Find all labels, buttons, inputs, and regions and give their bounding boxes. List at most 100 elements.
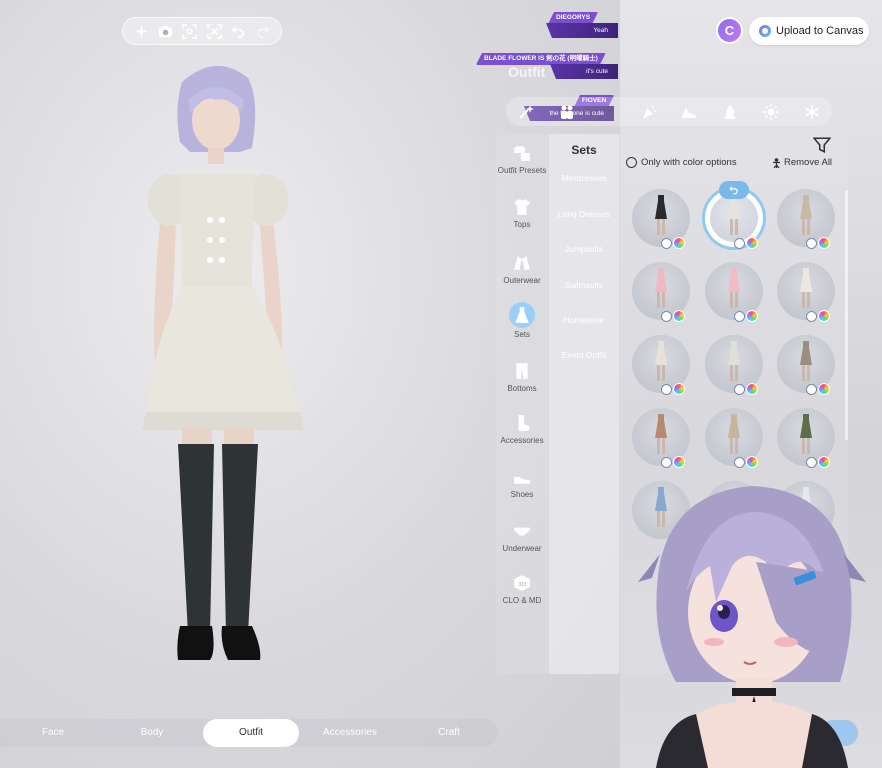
canvas-icon	[759, 25, 771, 37]
outfit-item[interactable]	[705, 262, 763, 322]
color-options-radio[interactable]	[626, 157, 637, 168]
color-options-icon[interactable]	[746, 237, 758, 249]
camera-icon[interactable]	[156, 22, 174, 40]
color-options-icon[interactable]	[818, 383, 830, 395]
category-tops[interactable]: Tops	[496, 196, 548, 229]
tshirt-icon	[511, 196, 533, 218]
outfit-thumbnail	[728, 341, 740, 381]
chat-text: Yeah	[546, 23, 618, 38]
category-accessories[interactable]: Accessories	[496, 412, 548, 445]
sun-icon[interactable]	[762, 103, 780, 121]
color-options-icon[interactable]	[746, 383, 758, 395]
scan-icon[interactable]	[205, 22, 223, 40]
image-badge-icon	[734, 238, 745, 249]
subcategory-swimsuits[interactable]: Swimsuits	[549, 280, 619, 290]
category-bottoms[interactable]: Bottoms	[496, 360, 548, 393]
outfit-thumbnail	[728, 195, 740, 235]
shoe-icon	[511, 466, 533, 488]
undo-icon	[729, 186, 738, 195]
outfit-item[interactable]	[777, 262, 835, 322]
category-shoes[interactable]: Shoes	[496, 466, 548, 499]
tab-accessories[interactable]: Accessories	[302, 719, 398, 747]
outfit-item[interactable]	[705, 335, 763, 395]
outfit-item[interactable]	[632, 335, 690, 395]
image-badge-icon	[734, 311, 745, 322]
outfit-item[interactable]	[705, 408, 763, 468]
tab-craft[interactable]: Craft	[401, 719, 497, 747]
color-options-icon[interactable]	[746, 310, 758, 322]
color-options-icon[interactable]	[818, 237, 830, 249]
magic-wand-icon[interactable]	[517, 103, 535, 121]
outfit-thumbnail	[655, 268, 667, 308]
image-badge-icon	[806, 238, 817, 249]
outfit-item[interactable]	[777, 408, 835, 468]
outfit-thumbnail	[728, 414, 740, 454]
subcategory-long-dresses[interactable]: Long Dresses	[549, 209, 619, 219]
undo-icon[interactable]	[229, 22, 247, 40]
item-undo-button[interactable]	[719, 181, 749, 199]
color-options-icon[interactable]	[818, 456, 830, 468]
style-filter-strip	[506, 97, 832, 126]
chat-message: BLADE FLOWER IS 剣の花 (明曜騎士) it's cute	[476, 53, 628, 81]
chat-message: DIEGORYS Yeah	[546, 12, 628, 40]
outfit-presets-icon	[511, 142, 533, 164]
moon-icon[interactable]	[599, 103, 617, 121]
filter-icon[interactable]	[813, 136, 831, 154]
section-title: Outfit	[508, 64, 546, 80]
upload-label: Upload to Canvas	[776, 25, 864, 37]
category-label: Underwear	[502, 544, 542, 553]
outfit-item[interactable]	[777, 335, 835, 395]
image-badge-icon	[806, 457, 817, 468]
canvas-logo[interactable]: C	[716, 17, 743, 44]
redo-icon[interactable]	[254, 22, 272, 40]
color-options-icon[interactable]	[673, 456, 685, 468]
category-underwear[interactable]: Underwear	[496, 520, 548, 553]
sparkle-icon[interactable]	[132, 22, 150, 40]
outfit-thumbnail	[655, 195, 667, 235]
color-options-icon[interactable]	[673, 237, 685, 249]
category-label: CLO & MD	[502, 596, 542, 605]
subcategory-event-outfit[interactable]: Event Outfit	[549, 350, 619, 360]
outfit-item[interactable]	[632, 262, 690, 322]
category-sets[interactable]: Sets	[496, 302, 548, 339]
category-label: Outerwear	[503, 276, 541, 285]
color-options-icon[interactable]	[818, 310, 830, 322]
tab-face[interactable]: Face	[5, 719, 101, 747]
fire-icon[interactable]	[721, 103, 739, 121]
category-clo-md[interactable]: 3D CLO & MD	[496, 572, 548, 605]
image-badge-icon	[806, 311, 817, 322]
tab-body[interactable]: Body	[104, 719, 200, 747]
upload-to-canvas-button[interactable]: Upload to Canvas	[749, 17, 869, 45]
chat-text: it's cute	[550, 64, 618, 79]
color-options-icon[interactable]	[673, 310, 685, 322]
svg-text:3D: 3D	[518, 582, 526, 588]
shoe-icon[interactable]	[680, 103, 698, 121]
avatar-figure[interactable]	[130, 60, 330, 680]
category-label: Bottoms	[507, 384, 537, 393]
image-badge-icon	[661, 384, 672, 395]
category-outfit-presets[interactable]: Outfit Presets	[496, 142, 548, 175]
image-badge-icon	[661, 238, 672, 249]
outfit-thumbnail	[800, 268, 812, 308]
color-options-icon[interactable]	[746, 456, 758, 468]
streamer-avatar	[638, 486, 866, 768]
focus-icon[interactable]	[181, 22, 199, 40]
category-outerwear[interactable]: Outerwear	[496, 252, 548, 285]
remove-all-label: Remove All	[784, 157, 833, 168]
category-label: Accessories	[500, 436, 544, 445]
outfit-item[interactable]	[632, 189, 690, 249]
outfit-item[interactable]	[777, 189, 835, 249]
subcategory-jumpsuits[interactable]: Jumpsuits	[549, 244, 619, 254]
color-options-icon[interactable]	[673, 383, 685, 395]
party-icon[interactable]	[640, 103, 658, 121]
snowflake-icon[interactable]	[803, 103, 821, 121]
pants-icon	[511, 360, 533, 382]
subcategory-minidresses[interactable]: Minidresses	[549, 173, 619, 183]
remove-all-button[interactable]: Remove All	[772, 157, 832, 168]
item-grid-scrollbar[interactable]	[845, 190, 848, 440]
subcategory-homewear[interactable]: Homewear	[549, 315, 619, 325]
outfit-thumbnail	[728, 268, 740, 308]
people-icon[interactable]	[558, 103, 576, 121]
outfit-item[interactable]	[632, 408, 690, 468]
tab-outfit[interactable]: Outfit	[203, 719, 299, 747]
